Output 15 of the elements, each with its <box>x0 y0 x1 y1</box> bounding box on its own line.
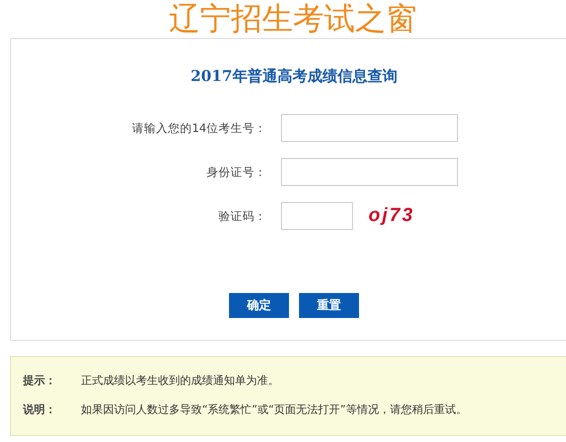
note-text: 正式成绩以考生收到的成绩通知单为准。 <box>81 373 279 388</box>
submit-button[interactable]: 确定 <box>229 293 289 318</box>
captcha-code: oj73 <box>368 205 415 227</box>
field-label: 验证码： <box>218 208 266 224</box>
note-label: 提示： <box>23 373 57 388</box>
form-title: 2017年普通高考成绩信息查询 <box>190 67 398 86</box>
site-title: 辽宁招生考试之窗 <box>169 1 417 37</box>
note-label: 说明： <box>23 402 57 417</box>
field-label: 身份证号： <box>206 164 266 180</box>
captcha-field[interactable] <box>280 202 352 230</box>
reset-button[interactable]: 重置 <box>299 293 359 318</box>
field-label: 请输入您的14位考生号： <box>130 120 266 136</box>
note-text: 如果因访问人数过多导致“系统繁忙”或“页面无法打开”等情况，请您稍后重试。 <box>81 402 467 417</box>
input-field[interactable] <box>280 114 458 142</box>
input-field[interactable] <box>280 158 458 186</box>
